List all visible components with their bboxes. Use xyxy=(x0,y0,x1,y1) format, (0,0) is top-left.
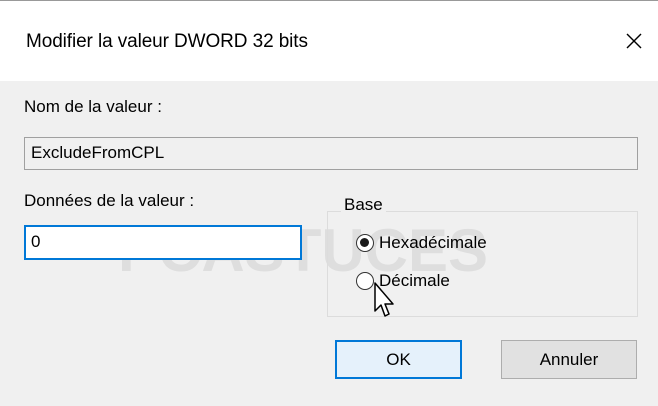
value-data-label: Données de la valeur : xyxy=(24,191,195,210)
title-bar: Modifier la valeur DWORD 32 bits xyxy=(0,1,658,81)
radio-hexadecimal[interactable]: Hexadécimale xyxy=(356,233,487,253)
radio-decimal[interactable]: Décimale xyxy=(356,271,450,291)
cancel-button[interactable]: Annuler xyxy=(501,340,637,379)
ok-button[interactable]: OK xyxy=(335,340,462,379)
close-icon xyxy=(626,33,642,49)
value-data-input[interactable]: 0 xyxy=(24,225,302,260)
radio-hexadecimal-label: Hexadécimale xyxy=(379,233,487,252)
base-legend: Base xyxy=(341,195,386,215)
close-button[interactable] xyxy=(610,19,658,63)
dialog-content: PCASTUCES Nom de la valeur : ExcludeFrom… xyxy=(0,81,658,406)
value-name-field: ExcludeFromCPL xyxy=(24,137,638,170)
radio-hexadecimal-indicator[interactable] xyxy=(356,234,374,252)
mouse-cursor-icon xyxy=(374,282,394,317)
dialog-title: Modifier la valeur DWORD 32 bits xyxy=(26,31,308,52)
dword-edit-dialog: Modifier la valeur DWORD 32 bits PCASTUC… xyxy=(0,0,658,406)
value-name-label: Nom de la valeur : xyxy=(24,97,162,116)
